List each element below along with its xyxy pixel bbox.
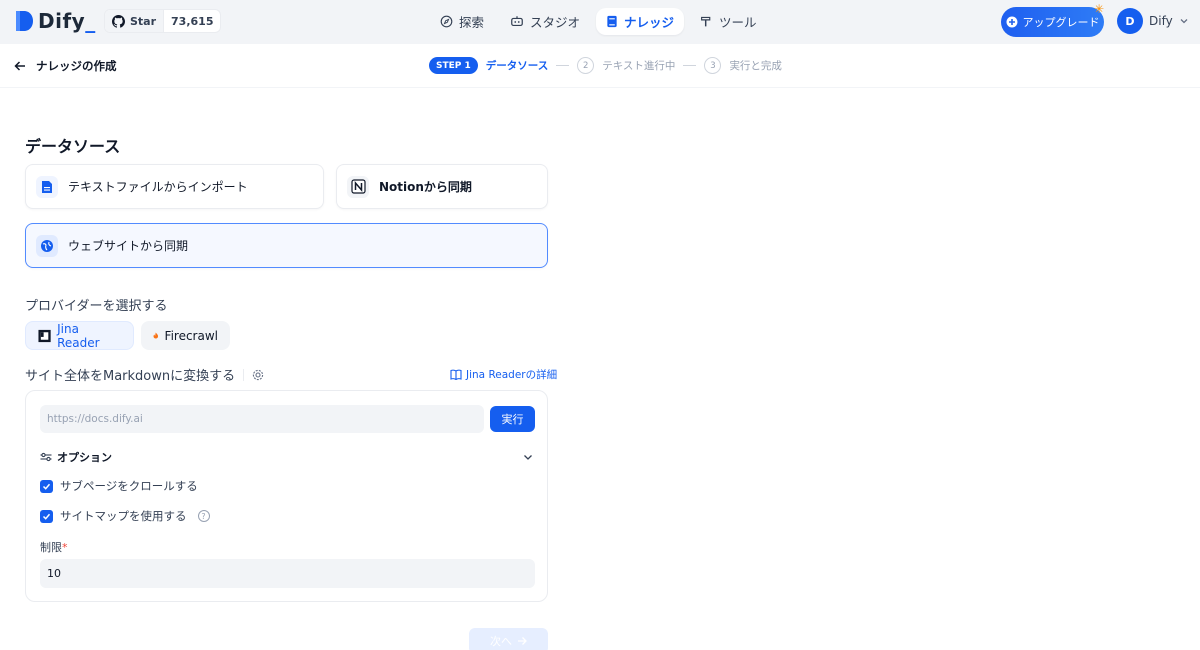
provider-jina-reader[interactable]: Jina Reader: [25, 321, 134, 350]
options-toggle[interactable]: オプション: [40, 449, 112, 465]
datasource-text-file[interactable]: テキストファイルからインポート: [25, 164, 324, 209]
user-name: Dify: [1149, 14, 1173, 28]
arrow-right-icon: [518, 637, 527, 645]
step-1-label: データソース: [485, 60, 549, 72]
dify-logo[interactable]: Dify_: [14, 9, 96, 33]
options-label: オプション: [57, 451, 112, 464]
limit-label-row: 制限*: [40, 539, 68, 555]
nav-knowledge-label: ナレッジ: [624, 15, 675, 30]
github-star-label: Star: [130, 14, 157, 28]
notion-icon: [347, 175, 369, 198]
datasource-text-file-label: テキストファイルからインポート: [68, 180, 248, 194]
top-navigation-bar: Dify_ Star 73,615 探索 スタジオ ナレッジ ツール アップグレ…: [0, 0, 1200, 44]
user-menu[interactable]: D Dify: [1117, 8, 1189, 34]
arrow-left-icon: [14, 61, 25, 71]
chevron-down-icon[interactable]: [522, 451, 534, 463]
use-sitemap-checkbox[interactable]: [40, 509, 53, 523]
datasource-notion[interactable]: Notionから同期: [336, 164, 548, 209]
file-text-icon: [36, 175, 58, 198]
step-3-label: 実行と完成: [729, 60, 782, 72]
help-icon[interactable]: ?: [197, 510, 210, 522]
page-title: ナレッジの作成: [36, 59, 117, 73]
crawl-options-panel: https://docs.dify.ai 実行 オプション サブページをクロール…: [25, 390, 548, 602]
divider: [243, 368, 245, 381]
jina-reader-doc-label: Jina Readerの詳細: [466, 369, 558, 381]
provider-jina-reader-label: Jina Reader: [57, 321, 100, 350]
gear-icon[interactable]: [252, 369, 264, 381]
nav-tools-label: ツール: [719, 15, 757, 30]
dify-logo-icon: [16, 11, 33, 31]
provider-title: プロバイダーを選択する: [25, 299, 168, 314]
sliders-icon: [40, 452, 52, 462]
nav-explore-label: 探索: [459, 15, 485, 30]
nav-studio[interactable]: スタジオ: [500, 8, 590, 35]
github-star-widget[interactable]: Star 73,615: [104, 9, 222, 33]
next-label: 次へ: [490, 635, 512, 648]
step-2-label: テキスト進行中: [602, 60, 676, 72]
book-icon: [607, 15, 617, 28]
upgrade-label: アップグレード: [1022, 16, 1100, 29]
required-mark: *: [62, 541, 68, 554]
step-1-badge: STEP 1: [429, 57, 478, 74]
sparkle-icon: ✳: [1094, 2, 1105, 16]
chevron-down-icon: [1180, 19, 1188, 24]
fire-icon: [153, 332, 159, 339]
limit-input[interactable]: 10: [40, 559, 535, 588]
use-sitemap-label: サイトマップを使用する: [60, 509, 187, 523]
nav-explore[interactable]: 探索: [430, 8, 494, 35]
use-sitemap-option[interactable]: サイトマップを使用する ?: [40, 508, 210, 524]
crawl-subpages-checkbox[interactable]: [40, 479, 53, 493]
run-button[interactable]: 実行: [490, 406, 535, 432]
limit-label: 制限: [40, 541, 62, 554]
step-indicator: STEP 1 データソース 2 テキスト進行中 3 実行と完成: [429, 57, 782, 74]
datasource-notion-label: Notionから同期: [379, 180, 472, 194]
step-divider: [683, 65, 697, 66]
upgrade-button[interactable]: アップグレード: [1001, 7, 1104, 37]
nav-studio-label: スタジオ: [530, 15, 581, 30]
datasource-website[interactable]: ウェブサイトから同期: [25, 223, 548, 268]
crawl-subpages-label: サブページをクロールする: [60, 479, 198, 493]
creation-header: ナレッジの作成 STEP 1 データソース 2 テキスト進行中 3 実行と完成: [0, 44, 1200, 88]
compass-icon: [440, 15, 453, 28]
step-3-number: 3: [704, 57, 722, 74]
avatar: D: [1117, 8, 1143, 34]
next-button[interactable]: 次へ: [469, 628, 548, 650]
upgrade-plus-icon: [1006, 16, 1017, 28]
open-book-icon: [450, 369, 462, 380]
step-divider: [556, 65, 570, 66]
check-icon: [42, 483, 51, 490]
back-button[interactable]: ナレッジの作成: [14, 58, 117, 74]
github-star-count: 73,615: [171, 14, 214, 28]
datasource-website-label: ウェブサイトから同期: [68, 239, 189, 253]
url-input[interactable]: https://docs.dify.ai: [40, 405, 484, 433]
robot-icon: [511, 16, 523, 27]
jina-reader-doc-link[interactable]: Jina Readerの詳細: [450, 367, 557, 382]
check-icon: [42, 513, 51, 520]
logo-text: Dify_: [38, 9, 96, 33]
crawl-subpages-option[interactable]: サブページをクロールする: [40, 478, 198, 494]
jina-reader-icon: [38, 329, 51, 342]
crawl-title: サイト全体をMarkdownに変換する: [25, 369, 236, 384]
step-2-number: 2: [577, 57, 595, 74]
datasource-title: データソース: [25, 137, 121, 156]
globe-icon: [36, 234, 58, 257]
provider-firecrawl-label: Firecrawl: [164, 328, 218, 343]
main-nav: 探索 スタジオ ナレッジ ツール: [430, 8, 767, 35]
github-icon: [112, 14, 125, 28]
hammer-icon: [701, 16, 711, 27]
nav-tools[interactable]: ツール: [690, 8, 767, 35]
crawl-title-row: サイト全体をMarkdownに変換する: [25, 365, 264, 384]
nav-knowledge[interactable]: ナレッジ: [596, 8, 685, 35]
github-star-button[interactable]: Star: [105, 10, 165, 32]
provider-firecrawl[interactable]: Firecrawl: [141, 321, 230, 350]
